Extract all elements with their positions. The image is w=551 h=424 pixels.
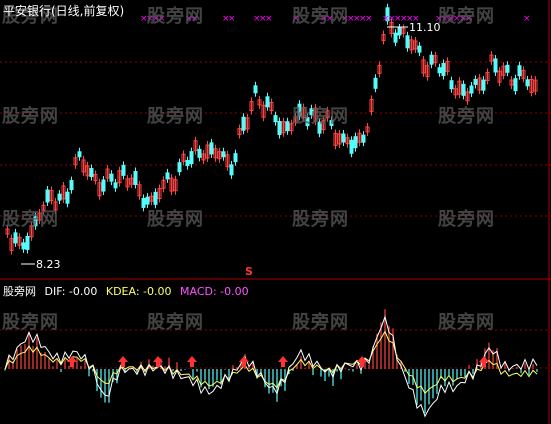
buy-arrows	[67, 356, 489, 367]
candle-body	[517, 65, 522, 77]
candle-body	[25, 235, 30, 250]
watermark: 股旁网	[292, 209, 349, 230]
candle-body	[153, 191, 158, 205]
watermark: 股旁网	[438, 312, 495, 333]
candle-body	[353, 136, 358, 149]
candle-body	[141, 197, 146, 208]
candle-body	[165, 172, 170, 180]
candle-body	[493, 58, 498, 73]
buy-arrow-icon	[187, 356, 197, 367]
candle-body	[57, 193, 62, 201]
signal-x-mark: ×	[365, 14, 373, 24]
candle-body	[277, 121, 282, 136]
candle-body	[197, 148, 202, 158]
candle-body	[145, 196, 150, 205]
candle-body	[513, 78, 518, 92]
watermark: 股旁网	[2, 312, 59, 333]
indicator-name: 股旁网	[3, 285, 36, 298]
signal-x-mark: ×	[523, 14, 531, 24]
high-price-label: 11.10	[409, 21, 441, 34]
candle-body	[397, 27, 402, 36]
candle-body	[349, 139, 354, 154]
candle-body	[437, 67, 442, 74]
event-marker: S	[245, 265, 253, 278]
macd-value: MACD: -0.00	[180, 285, 249, 298]
candle-body	[505, 64, 510, 73]
watermark: 股旁网	[147, 6, 204, 27]
candle-body	[45, 189, 50, 203]
watermark: 股旁网	[2, 106, 59, 127]
candle-body	[89, 168, 94, 178]
candle-body	[221, 151, 226, 158]
watermark: 股旁网	[438, 209, 495, 230]
candle-body	[473, 78, 478, 85]
candle-body	[417, 45, 422, 53]
kdea-value: KDEA: -0.00	[105, 285, 172, 298]
candle-body	[121, 164, 126, 176]
dif-value: DIF: -0.00	[44, 285, 98, 298]
watermark: 股旁网	[2, 209, 59, 230]
candle-body	[185, 160, 190, 167]
candle-body	[209, 142, 214, 155]
candle-body	[13, 232, 18, 244]
candle-body	[65, 191, 70, 204]
signal-x-mark: ×	[265, 14, 273, 24]
buy-arrow-icon	[278, 356, 288, 367]
candle-body	[449, 80, 454, 90]
signal-x-mark: ×	[228, 14, 236, 24]
watermark: 股旁网	[292, 6, 349, 27]
candle-body	[229, 164, 234, 176]
candle-body	[101, 179, 106, 192]
candle-body	[273, 115, 278, 123]
candle-body	[393, 32, 398, 43]
candle-body	[109, 173, 114, 182]
watermark: 股旁网	[147, 106, 204, 127]
candle-body	[189, 151, 194, 165]
candle-body	[461, 83, 466, 96]
candle-body	[21, 242, 26, 250]
candle-body	[285, 121, 290, 132]
candle-body	[481, 79, 486, 91]
candle-body	[233, 153, 238, 163]
watermark: 股旁网	[292, 106, 349, 127]
candle-body	[265, 96, 270, 108]
low-price-label: 8.23	[36, 258, 61, 271]
watermark: 股旁网	[438, 6, 495, 27]
candle-body	[253, 85, 258, 94]
candle-body	[133, 171, 138, 186]
candle-body	[177, 162, 182, 173]
candle-body	[241, 116, 246, 131]
candle-body	[341, 133, 346, 143]
watermark: 股旁网	[292, 312, 349, 333]
candle-body	[113, 182, 118, 189]
watermark: 股旁网	[147, 209, 204, 230]
indicator-header: 股旁网 DIF: -0.00 KDEA: -0.00 MACD: -0.00	[3, 283, 254, 299]
stock-title: 平安银行(日线,前复权)	[3, 4, 125, 18]
candle-body	[373, 77, 378, 89]
watermark: 股旁网	[438, 106, 495, 127]
buy-arrow-icon	[118, 356, 128, 367]
candle-body	[69, 180, 74, 191]
candle-body	[469, 85, 474, 94]
candle-body	[525, 79, 530, 87]
candle-body	[441, 62, 446, 76]
candle-body	[405, 35, 410, 49]
candle-body	[429, 54, 434, 65]
candle-body	[77, 151, 82, 158]
candle-body	[361, 134, 366, 143]
watermark: 股旁网	[147, 312, 204, 333]
